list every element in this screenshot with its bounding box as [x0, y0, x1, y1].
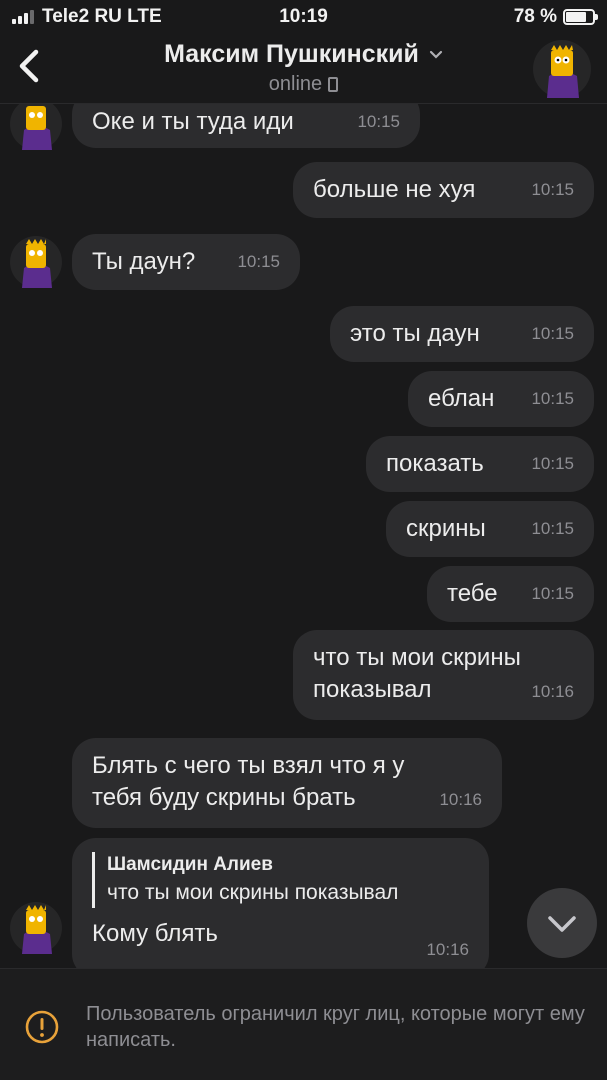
message-text: Блять с чего ты взял что я у тебя буду с… [92, 752, 405, 811]
message-time: 10:16 [439, 790, 482, 809]
message-text: Ты даун? [92, 248, 196, 275]
contact-name: Максим Пушкинский [164, 40, 419, 68]
message-bubble[interactable]: Шамсидин Алиев что ты мои скрины показыв… [72, 838, 489, 968]
chevron-down-icon [429, 50, 442, 59]
restriction-banner: Пользователь ограничил круг лиц, которые… [0, 968, 607, 1080]
message-bubble[interactable]: Ты даун? 10:15 [72, 234, 300, 290]
message-text: Кому блять [92, 920, 218, 947]
message-bubble[interactable]: это ты даун 10:15 [330, 306, 594, 362]
restriction-notice: Пользователь ограничил круг лиц, которые… [86, 1003, 585, 1051]
message-bubble[interactable]: тебе 10:15 [427, 566, 594, 622]
message-time: 10:15 [531, 584, 574, 603]
message-bubble[interactable]: скрины 10:15 [386, 501, 594, 557]
message-bubble[interactable]: Оке и ты туда иди 10:15 [72, 104, 420, 148]
message-text: скрины [406, 515, 486, 542]
message-time: 10:15 [237, 252, 280, 271]
message-time: 10:16 [426, 940, 469, 959]
message-bubble[interactable]: больше не хуя 10:15 [293, 162, 594, 218]
chat-screen: Tele2 RU LTE 10:19 78 % Максим Пушкински… [0, 0, 607, 1080]
contact-status: online [268, 73, 323, 95]
message-text: еблан [428, 385, 495, 412]
message-bubble[interactable]: что ты мои скрины показывал 10:16 [293, 630, 594, 720]
chat-header: Максим Пушкинский online [0, 32, 607, 104]
message-text: что ты мои скрины показывал [313, 644, 521, 703]
message-text: это ты даун [350, 320, 480, 347]
reply-quote[interactable]: Шамсидин Алиев что ты мои скрины показыв… [92, 852, 469, 908]
chat-title-button[interactable]: Максим Пушкинский online [0, 40, 607, 96]
avatar[interactable] [533, 40, 591, 98]
message-text: Оке и ты туда иди [92, 108, 294, 135]
message-time: 10:15 [531, 389, 574, 408]
message-time: 10:15 [531, 324, 574, 343]
message-text: показать [386, 450, 484, 477]
avatar[interactable] [10, 104, 62, 150]
scroll-down-button[interactable] [527, 888, 597, 958]
message-time: 10:15 [357, 112, 400, 131]
message-text: тебе [447, 580, 498, 607]
reply-text: что ты мои скрины показывал [107, 881, 399, 904]
battery-icon [563, 9, 598, 25]
message-bubble[interactable]: показать 10:15 [366, 436, 594, 492]
phone-icon [328, 77, 339, 92]
message-bubble[interactable]: еблан 10:15 [408, 371, 594, 427]
message-time: 10:15 [531, 519, 574, 538]
reply-author: Шамсидин Алиев [107, 854, 273, 875]
message-bubble[interactable]: Блять с чего ты взял что я у тебя буду с… [72, 738, 502, 828]
avatar[interactable] [10, 902, 62, 954]
message-time: 10:15 [531, 454, 574, 473]
battery-percent: 78 % [513, 6, 557, 27]
warning-icon [25, 1010, 59, 1044]
message-time: 10:16 [531, 682, 574, 701]
avatar[interactable] [10, 236, 62, 288]
message-list[interactable]: Оке и ты туда иди 10:15 больше не хуя 10… [0, 104, 607, 968]
status-bar: Tele2 RU LTE 10:19 78 % [0, 0, 607, 32]
chevron-down-icon [548, 916, 576, 932]
message-time: 10:15 [531, 180, 574, 199]
message-text: больше не хуя [313, 176, 476, 203]
